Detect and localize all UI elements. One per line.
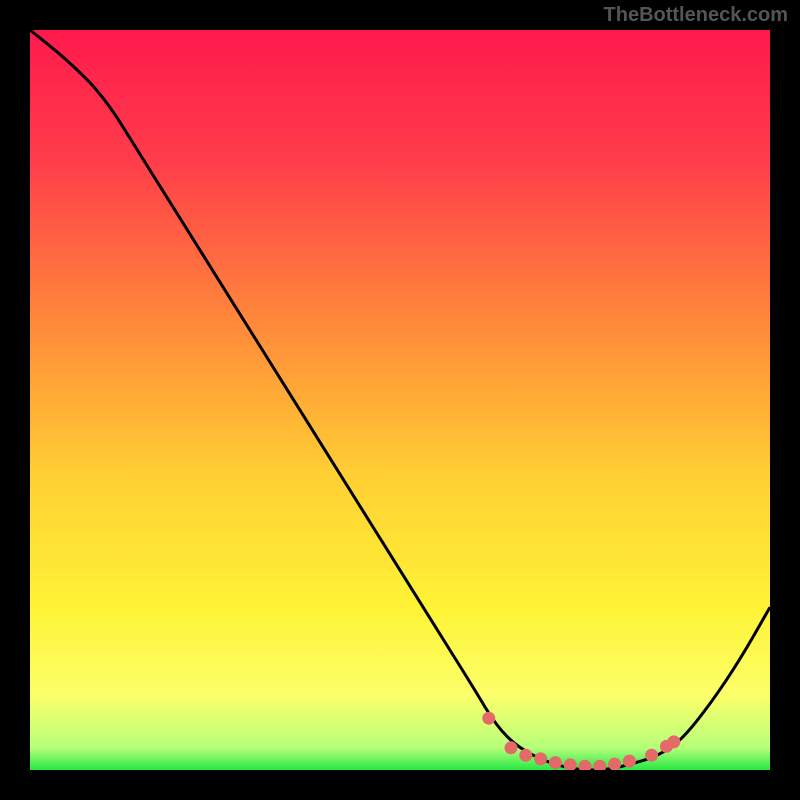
marker-point (608, 758, 621, 770)
chart-container: TheBottleneck.com (0, 0, 800, 800)
gradient-background (30, 30, 770, 770)
marker-point (482, 712, 495, 725)
marker-point (623, 755, 636, 768)
marker-point (667, 735, 680, 748)
marker-point (505, 741, 518, 754)
marker-point (645, 749, 658, 762)
marker-point (519, 749, 532, 762)
watermark-text: TheBottleneck.com (604, 4, 788, 27)
plot-area (30, 30, 770, 770)
marker-point (534, 752, 547, 765)
chart-svg (30, 30, 770, 770)
marker-point (549, 756, 562, 769)
